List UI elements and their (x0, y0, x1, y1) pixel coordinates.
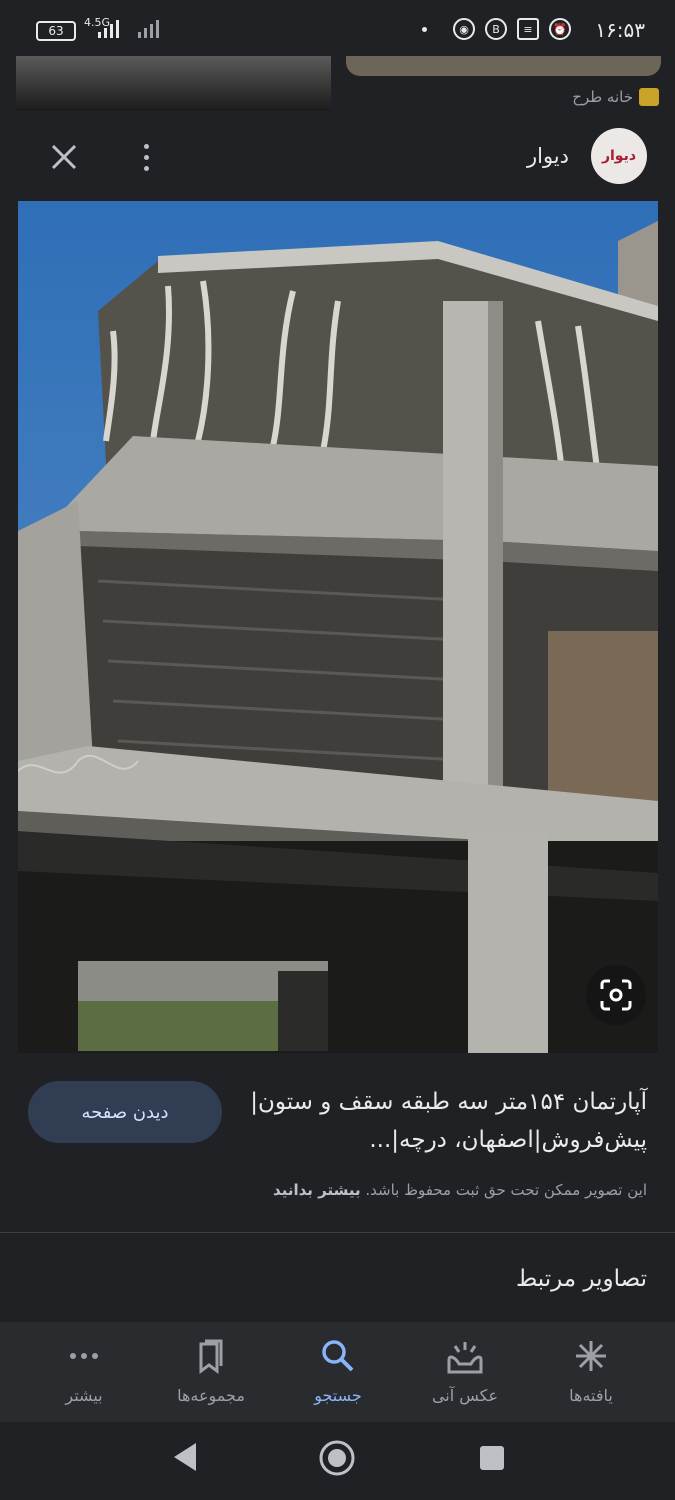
more-options-button[interactable] (134, 137, 158, 177)
system-navigation (0, 1422, 675, 1500)
signal-icon (98, 20, 119, 38)
nav-collections[interactable]: مجموعه‌ها (151, 1336, 271, 1405)
nav-label: بیشتر (65, 1386, 103, 1405)
nav-label: عکس آنی (431, 1386, 499, 1405)
back-icon[interactable] (170, 1440, 200, 1474)
lens-search-button[interactable] (586, 965, 646, 1025)
nav-label: جستجو (314, 1386, 362, 1405)
viewer-header: دیوار دیوار (0, 120, 675, 200)
copyright-notice: این تصویر ممکن تحت حق ثبت محفوظ باشد. بی… (27, 1181, 647, 1199)
close-button[interactable] (44, 137, 84, 177)
chrome-icon: ◉ (453, 18, 475, 40)
previous-result-thumbnail[interactable] (16, 56, 331, 111)
nav-label: یافته‌ها (569, 1386, 613, 1405)
notes-icon: ≡ (517, 18, 539, 40)
home-icon[interactable] (318, 1439, 356, 1477)
source-favicon-icon (639, 88, 659, 106)
battery-indicator: 63 (36, 21, 76, 41)
notification-icons: ◉ B ≡ ⏰ (422, 18, 571, 40)
more-icon (70, 1353, 98, 1359)
signal-secondary-icon (138, 20, 159, 38)
previous-result-source[interactable]: خانه طرح (572, 88, 659, 106)
nav-label: مجموعه‌ها (177, 1386, 245, 1405)
learn-more-link[interactable]: بیشتر بدانید (273, 1181, 361, 1199)
related-images-heading: تصاویر مرتبط (515, 1266, 647, 1292)
result-info: دیدن صفحه آپارتمان ۱۵۴متر سه طبقه سقف و … (0, 1053, 675, 1233)
site-name[interactable]: دیوار (527, 144, 569, 168)
nav-more[interactable]: بیشتر (24, 1336, 144, 1405)
building-photo (18, 201, 658, 1053)
copyright-text: این تصویر ممکن تحت حق ثبت محفوظ باشد. (365, 1181, 647, 1199)
recents-icon[interactable] (478, 1444, 506, 1472)
visit-page-button[interactable]: دیدن صفحه (28, 1081, 222, 1143)
b-icon: B (485, 18, 507, 40)
alarm-icon: ⏰ (549, 18, 571, 40)
search-icon (322, 1340, 354, 1372)
site-logo[interactable]: دیوار (591, 128, 647, 184)
close-icon (51, 144, 77, 170)
nav-discover[interactable]: یافته‌ها (531, 1336, 651, 1405)
status-bar: 63 4.5G ◉ B ≡ ⏰ ۱۶:۵۳ (0, 0, 675, 58)
bottom-navigation: یافته‌ها عکس آنی جستجو (0, 1322, 675, 1422)
clock: ۱۶:۵۳ (595, 18, 645, 42)
lens-icon (600, 979, 632, 1011)
asterisk-icon (576, 1341, 606, 1371)
bookmarks-icon (199, 1339, 223, 1374)
result-title[interactable]: آپارتمان ۱۵۴متر سه طبقه سقف و ستون|پیش‌ف… (247, 1083, 647, 1159)
snapshot-icon (447, 1342, 483, 1374)
previous-result-thumbnail-2[interactable] (346, 56, 661, 76)
result-image[interactable] (18, 201, 658, 1053)
divider (0, 1232, 675, 1233)
nav-snapshot[interactable]: عکس آنی (405, 1336, 525, 1405)
source-label: خانه طرح (572, 88, 633, 106)
dot-icon (422, 26, 427, 32)
nav-search[interactable]: جستجو (278, 1336, 398, 1405)
